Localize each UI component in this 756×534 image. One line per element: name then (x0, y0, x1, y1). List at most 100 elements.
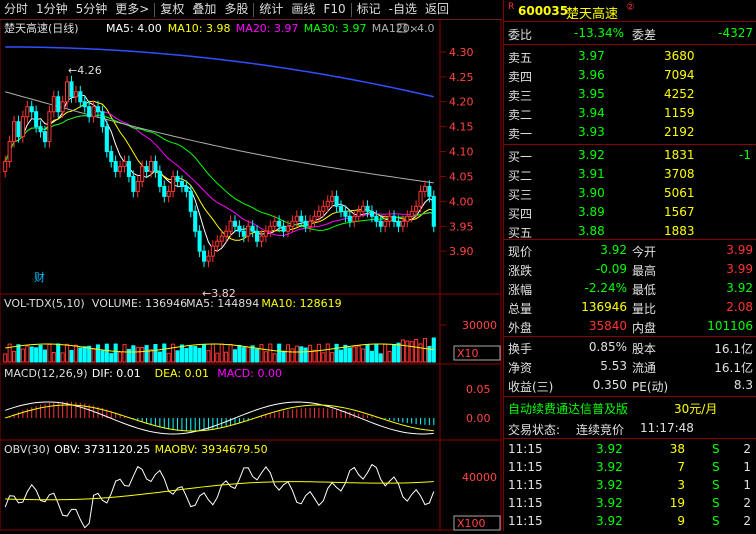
toolbar-item[interactable]: 5分钟 (72, 0, 112, 19)
volume-bar[interactable] (135, 346, 140, 363)
volume-bar[interactable] (325, 343, 330, 363)
candlestick[interactable] (100, 105, 105, 133)
volume-bar[interactable] (378, 353, 383, 363)
candlestick[interactable] (20, 110, 25, 143)
candlestick[interactable] (210, 240, 215, 263)
candlestick[interactable] (312, 210, 317, 228)
candlestick[interactable] (405, 210, 410, 228)
volume-bar[interactable] (16, 344, 21, 363)
volume-bar[interactable] (215, 352, 220, 363)
toolbar-item[interactable]: 画线 (287, 0, 319, 19)
candlestick[interactable] (334, 190, 339, 213)
candlestick[interactable] (268, 220, 273, 238)
candlestick[interactable] (11, 115, 17, 148)
volume-bar[interactable] (259, 344, 264, 363)
volume-bar[interactable] (91, 348, 96, 363)
volume-bar[interactable] (25, 345, 30, 363)
toolbar-item[interactable]: -自选 (385, 0, 421, 19)
candlestick[interactable] (246, 220, 251, 243)
candlestick[interactable] (78, 85, 83, 108)
candlestick[interactable] (383, 215, 388, 233)
candlestick[interactable] (232, 215, 238, 233)
candlestick[interactable] (113, 155, 118, 178)
volume-bar[interactable] (219, 343, 224, 363)
candlestick[interactable] (387, 210, 392, 228)
candlestick[interactable] (206, 250, 211, 268)
volume-bar[interactable] (140, 347, 145, 363)
candlestick[interactable] (338, 200, 344, 218)
obv-panel[interactable]: OBV(30) OBV: 3731120.25 MAOBV: 3934679.50 4… (4, 443, 501, 531)
volume-bar[interactable] (338, 349, 344, 363)
volume-bar[interactable] (197, 347, 202, 363)
volume-bar[interactable] (277, 343, 282, 363)
toolbar-item[interactable]: 分时 (0, 0, 32, 19)
volume-bar[interactable] (82, 346, 87, 363)
volume-bar[interactable] (166, 352, 171, 363)
candlestick[interactable] (148, 155, 154, 178)
candlestick[interactable] (25, 100, 30, 123)
volume-bar[interactable] (157, 351, 162, 363)
volume-bar[interactable] (188, 345, 193, 363)
candlestick[interactable] (391, 210, 397, 228)
kline-chart-svg[interactable]: 楚天高速(日线) MA5: 4.00 MA10: 3.98 MA20: 3.97 MA3… (0, 18, 502, 531)
promo-text[interactable]: 自动续费通达信普及版 (508, 400, 628, 417)
volume-bar[interactable] (20, 348, 25, 363)
candlestick[interactable] (175, 170, 180, 188)
volume-bar[interactable] (246, 346, 251, 363)
candlestick[interactable] (193, 205, 198, 238)
volume-bar[interactable] (334, 343, 339, 363)
candlestick[interactable] (7, 135, 12, 168)
volume-bar[interactable] (343, 344, 348, 363)
volume-bar[interactable] (290, 348, 295, 363)
volume-bar[interactable] (414, 338, 419, 363)
volume-bar[interactable] (409, 341, 414, 363)
toolbar-item[interactable]: 返回 (421, 0, 453, 19)
candlestick[interactable] (47, 105, 52, 148)
volume-bar[interactable] (29, 346, 34, 363)
candlestick[interactable] (201, 245, 207, 268)
volume-panel[interactable]: VOL-TDX(5,10) VOLUME: 136946MA5: 144894 MA… (3, 297, 501, 363)
candlestick[interactable] (378, 215, 383, 233)
volume-bar[interactable] (308, 344, 313, 363)
volume-bar[interactable] (347, 347, 352, 363)
volume-bar[interactable] (405, 340, 410, 363)
volume-bar[interactable] (171, 343, 176, 363)
candlestick[interactable] (56, 90, 61, 118)
candlestick[interactable] (308, 215, 313, 233)
candlestick[interactable] (347, 210, 352, 228)
candlestick[interactable] (87, 100, 92, 123)
candlestick[interactable] (131, 170, 136, 198)
volume-bar[interactable] (374, 343, 379, 363)
volume-bar[interactable] (312, 349, 317, 363)
volume-bar[interactable] (321, 352, 326, 363)
promo-banner[interactable]: 自动续费通达信普及版 30元/月 (504, 398, 756, 417)
volume-bar[interactable] (69, 349, 74, 363)
volume-bar[interactable] (144, 345, 149, 363)
candlestick[interactable] (259, 230, 264, 248)
volume-bar[interactable] (272, 353, 277, 363)
volume-bar[interactable] (299, 346, 304, 363)
volume-bar[interactable] (255, 348, 260, 363)
volume-bar[interactable] (11, 350, 17, 363)
promo-price[interactable]: 30元/月 (674, 400, 717, 417)
candlestick[interactable] (162, 180, 167, 203)
candlestick[interactable] (171, 170, 176, 198)
candlestick[interactable] (215, 235, 220, 253)
candlestick[interactable] (299, 210, 304, 228)
candlestick[interactable] (109, 145, 114, 168)
volume-bar[interactable] (100, 350, 105, 363)
candlestick[interactable] (157, 165, 162, 193)
candlestick[interactable] (104, 120, 109, 158)
volume-bar[interactable] (38, 344, 43, 363)
candlestick[interactable] (135, 175, 140, 198)
volume-bar[interactable] (281, 350, 286, 363)
volume-bar[interactable] (201, 344, 207, 363)
volume-bar[interactable] (396, 342, 401, 363)
candlestick[interactable] (255, 225, 260, 248)
toolbar-item[interactable]: 复权 (156, 0, 188, 19)
volume-bar[interactable] (104, 343, 109, 363)
volume-bar[interactable] (131, 345, 136, 363)
volume-bar[interactable] (356, 345, 361, 363)
candlestick[interactable] (422, 180, 428, 198)
candlestick[interactable] (73, 85, 78, 103)
